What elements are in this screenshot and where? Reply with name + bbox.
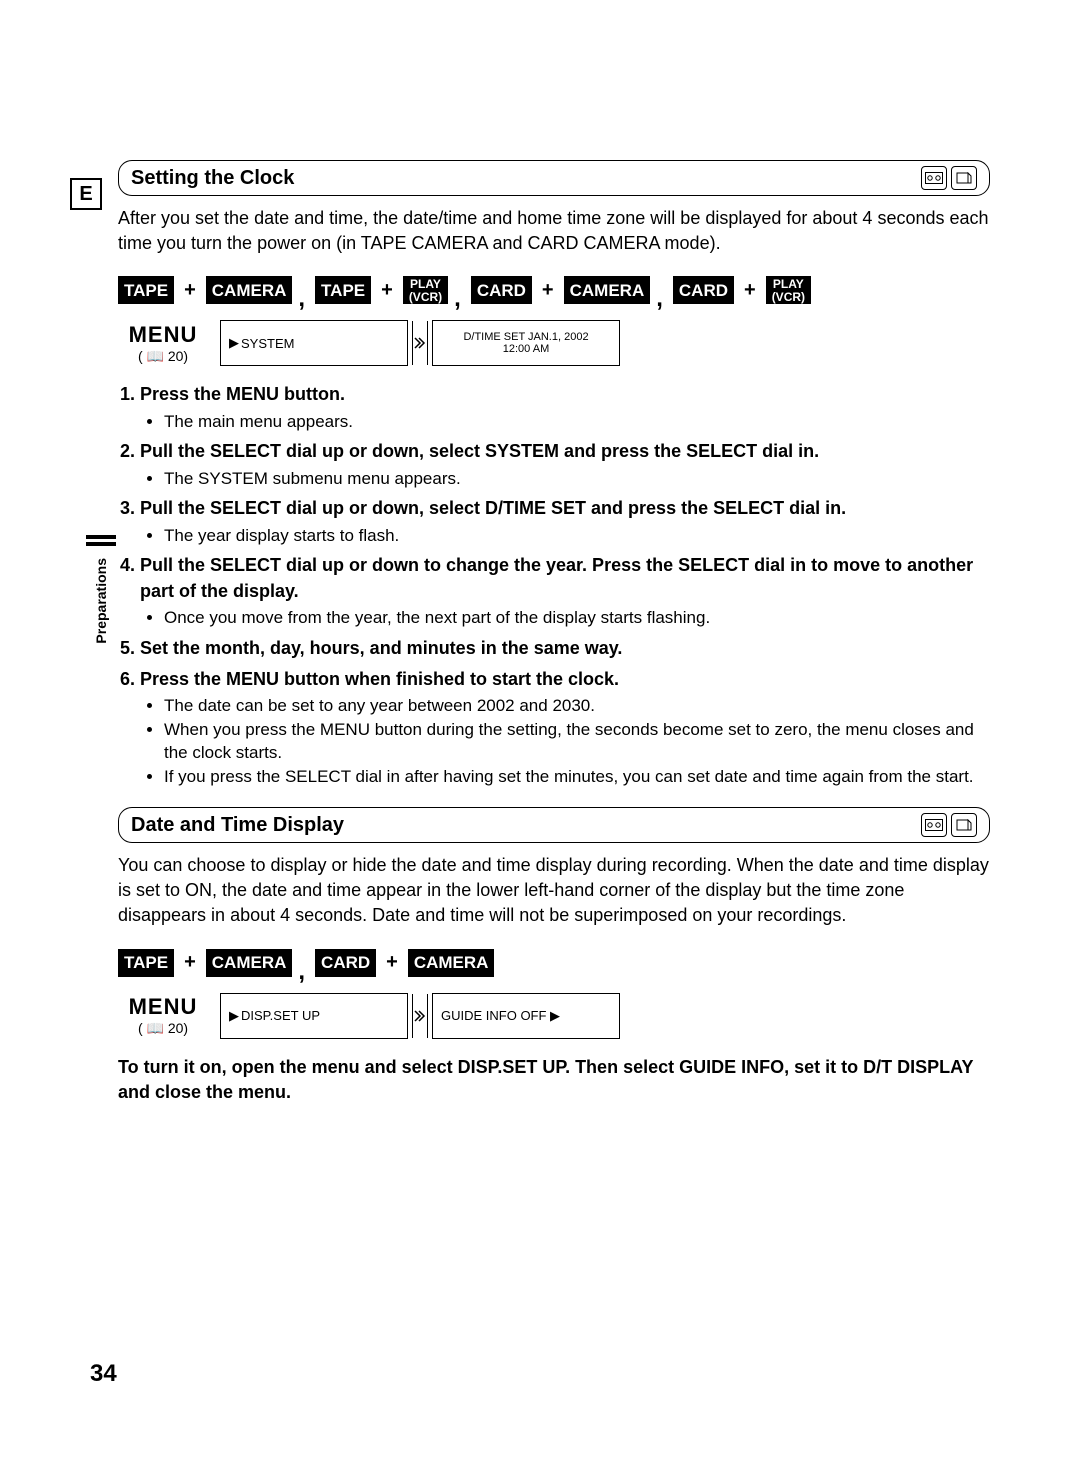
screens-group: ▶ DISP.SET UP GUIDE INFO OFF ▶ xyxy=(220,993,620,1039)
badge-play-vcr: PLAY (VCR) xyxy=(766,276,811,304)
badge-play-vcr: PLAY (VCR) xyxy=(403,276,448,304)
cassette-icon xyxy=(921,166,947,190)
step-1: Press the MENU button. The main menu app… xyxy=(140,382,990,433)
heading-icons xyxy=(921,166,977,190)
badge-camera: CAMERA xyxy=(206,949,293,977)
step-5: Set the month, day, hours, and minutes i… xyxy=(140,636,990,661)
menu-screens-row-2: MENU ( 📖 20) ▶ DISP.SET UP GUIDE INFO OF… xyxy=(118,993,990,1039)
mode-row-2: TAPE + CAMERA , CARD + CAMERA xyxy=(118,949,990,977)
step-4: Pull the SELECT dial up or down to chang… xyxy=(140,553,990,629)
badge-tape: TAPE xyxy=(118,276,174,304)
screen-dispsetup: ▶ DISP.SET UP xyxy=(220,993,408,1039)
double-chevron-icon xyxy=(412,994,428,1038)
plus-icon: + xyxy=(381,279,393,302)
badge-card: CARD xyxy=(471,276,532,304)
step-6-bullet-1: The date can be set to any year between … xyxy=(164,694,990,718)
triangle-right-icon: ▶ xyxy=(229,335,241,351)
comma: , xyxy=(656,294,663,304)
badge-tape: TAPE xyxy=(118,949,174,977)
screen-guideinfo-text: GUIDE INFO OFF ▶ xyxy=(441,1008,560,1024)
step-4-bullet: Once you move from the year, the next pa… xyxy=(164,606,990,630)
badge-card: CARD xyxy=(315,949,376,977)
screen-dtime: D/TIME SET JAN.1, 2002 12:00 AM xyxy=(432,320,620,366)
section2-final: To turn it on, open the menu and select … xyxy=(118,1055,990,1105)
triangle-right-icon: ▶ xyxy=(229,1008,241,1024)
menu-reference: MENU ( 📖 20) xyxy=(118,994,208,1037)
badge-camera: CAMERA xyxy=(206,276,293,304)
steps-list: Press the MENU button. The main menu app… xyxy=(118,382,990,789)
page-number: 34 xyxy=(90,1360,117,1382)
heading-icons xyxy=(921,813,977,837)
screens-group: ▶ SYSTEM D/TIME SET JAN.1, 2002 12:00 AM xyxy=(220,320,620,366)
menu-reference: MENU ( 📖 20) xyxy=(118,322,208,365)
double-chevron-icon xyxy=(412,321,428,365)
section-title: Date and Time Display xyxy=(131,814,344,837)
plus-icon: + xyxy=(542,279,554,302)
screen-dtime-line1: D/TIME SET JAN.1, 2002 xyxy=(463,331,588,344)
section-heading-datetime: Date and Time Display xyxy=(118,807,990,843)
mode-row-1: TAPE + CAMERA , TAPE + PLAY (VCR) , CARD… xyxy=(118,276,990,304)
menu-page-ref: ( 📖 20) xyxy=(138,1020,188,1037)
menu-page-ref: ( 📖 20) xyxy=(138,348,188,365)
plus-icon: + xyxy=(184,279,196,302)
section1-intro: After you set the date and time, the dat… xyxy=(118,206,990,256)
step-1-bullet: The main menu appears. xyxy=(164,410,990,434)
step-6: Press the MENU button when finished to s… xyxy=(140,667,990,789)
step-2-bullet: The SYSTEM submenu menu appears. xyxy=(164,467,990,491)
badge-tape: TAPE xyxy=(315,276,371,304)
comma: , xyxy=(454,294,461,304)
cassette-icon xyxy=(921,813,947,837)
badge-camera: CAMERA xyxy=(564,276,651,304)
step-3-bullet: The year display starts to flash. xyxy=(164,524,990,548)
screen-dispsetup-text: DISP.SET UP xyxy=(241,1008,320,1023)
menu-label: MENU xyxy=(129,994,198,1020)
card-icon xyxy=(951,166,977,190)
comma: , xyxy=(298,294,305,304)
menu-label: MENU xyxy=(129,322,198,348)
comma: , xyxy=(298,967,305,977)
section-heading-clock: Setting the Clock xyxy=(118,160,990,196)
section-title: Setting the Clock xyxy=(131,167,294,190)
step-6-bullet-3: If you press the SELECT dial in after ha… xyxy=(164,765,990,789)
section2-intro: You can choose to display or hide the da… xyxy=(118,853,990,929)
plus-icon: + xyxy=(386,951,398,974)
screen-system-text: SYSTEM xyxy=(241,336,294,351)
step-6-bullet-2: When you press the MENU button during th… xyxy=(164,718,990,766)
badge-camera: CAMERA xyxy=(408,949,495,977)
screen-dtime-line2: 12:00 AM xyxy=(503,343,549,356)
menu-screens-row-1: MENU ( 📖 20) ▶ SYSTEM D/TIME SET JAN.1, … xyxy=(118,320,990,366)
badge-card: CARD xyxy=(673,276,734,304)
step-2: Pull the SELECT dial up or down, select … xyxy=(140,439,990,490)
plus-icon: + xyxy=(184,951,196,974)
plus-icon: + xyxy=(744,279,756,302)
card-icon xyxy=(951,813,977,837)
screen-guideinfo: GUIDE INFO OFF ▶ xyxy=(432,993,620,1039)
screen-system: ▶ SYSTEM xyxy=(220,320,408,366)
step-3: Pull the SELECT dial up or down, select … xyxy=(140,496,990,547)
